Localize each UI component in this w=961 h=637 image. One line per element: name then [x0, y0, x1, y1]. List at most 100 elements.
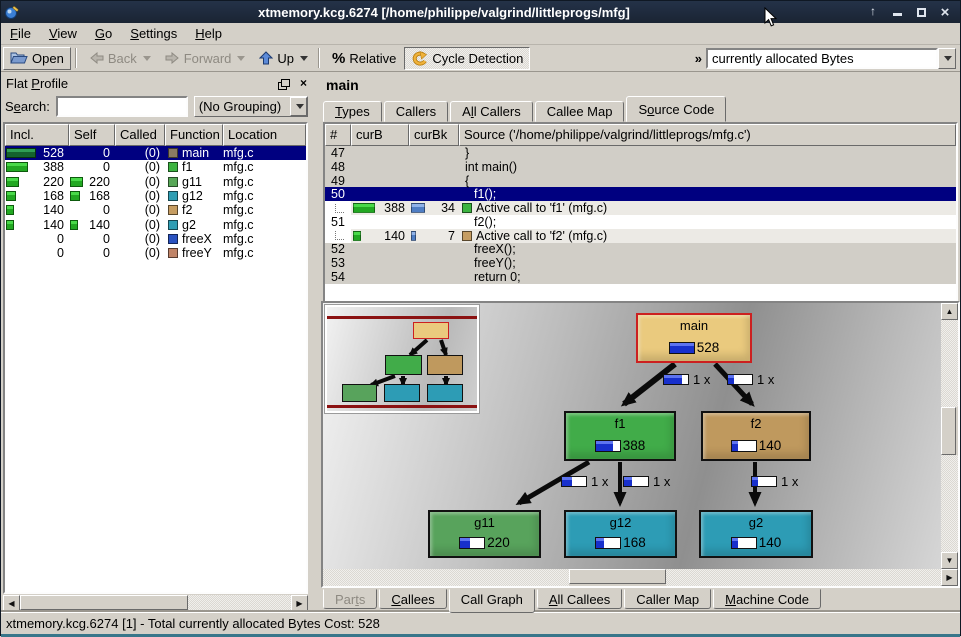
- tab-types[interactable]: Types: [323, 101, 382, 122]
- float-dock-icon[interactable]: [281, 79, 290, 87]
- relative-button[interactable]: % Relative: [326, 47, 402, 70]
- scroll-left-icon[interactable]: ◀: [3, 595, 20, 612]
- menu-help[interactable]: Help: [186, 24, 231, 43]
- table-row[interactable]: 168168(0)g12mfg.c: [5, 189, 306, 203]
- code-cell: freeX();: [459, 242, 956, 256]
- toolbar-overflow-chevron[interactable]: »: [691, 51, 706, 66]
- tab-callees[interactable]: Callees: [379, 589, 446, 609]
- source-row[interactable]: 53freeY();: [325, 256, 956, 270]
- col-called[interactable]: Called: [115, 124, 165, 146]
- call-graph-canvas[interactable]: main528f1388f2140g11220g12168g21401 x1 x…: [323, 303, 941, 569]
- scrollbar-track[interactable]: [323, 569, 569, 586]
- minimap-view-bound: [327, 316, 477, 319]
- source-row[interactable]: 1407Active call to 'f2' (mfg.c): [325, 229, 956, 243]
- scrollbar-thumb[interactable]: [941, 407, 956, 455]
- table-row[interactable]: 00(0)freeXmfg.c: [5, 232, 306, 246]
- menu-go[interactable]: Go: [86, 24, 121, 43]
- table-row[interactable]: 5280(0)mainmfg.c: [5, 146, 306, 160]
- tab-all-callees[interactable]: All Callees: [537, 589, 622, 609]
- forward-dropdown-arrow[interactable]: [237, 56, 245, 61]
- source-row[interactable]: 48int main(): [325, 160, 956, 174]
- scrollbar-track[interactable]: [941, 320, 958, 407]
- tab-call-graph[interactable]: Call Graph: [449, 589, 535, 613]
- graph-overview-minimap[interactable]: [325, 305, 479, 413]
- open-button[interactable]: Open: [3, 47, 71, 70]
- scroll-right-icon[interactable]: ▶: [291, 595, 308, 612]
- scrollbar-thumb[interactable]: [569, 569, 666, 584]
- scroll-right-icon[interactable]: ▶: [941, 569, 958, 586]
- minimap-node-g2: [427, 384, 463, 402]
- col-source[interactable]: Source ('/home/philippe/valgrind/littlep…: [459, 124, 956, 146]
- table-row[interactable]: 00(0)freeYmfg.c: [5, 246, 306, 260]
- table-row[interactable]: 3880(0)f1mfg.c: [5, 160, 306, 174]
- incl-cell: 168: [5, 189, 69, 203]
- col-incl[interactable]: Incl.: [5, 124, 69, 146]
- menu-file[interactable]: File: [1, 24, 40, 43]
- table-row[interactable]: 220220(0)g11mfg.c: [5, 175, 306, 189]
- close-button[interactable]: ×: [938, 4, 952, 21]
- col-curbk[interactable]: curBk: [409, 124, 459, 146]
- tab-machine-code[interactable]: Machine Code: [713, 589, 821, 609]
- self-cell: 0: [69, 146, 115, 160]
- called-cell: (0): [115, 175, 165, 189]
- graph-node-g2[interactable]: g2140: [699, 510, 813, 558]
- scrollbar-thumb[interactable]: [20, 595, 188, 610]
- tab-callee-map[interactable]: Callee Map: [535, 101, 625, 122]
- graph-node-main[interactable]: main528: [636, 313, 752, 363]
- source-row[interactable]: 49{: [325, 174, 956, 188]
- graph-node-g12[interactable]: g12168: [564, 510, 677, 558]
- table-row[interactable]: 1400(0)f2mfg.c: [5, 203, 306, 217]
- scroll-down-icon[interactable]: ▼: [941, 552, 958, 569]
- menu-settings[interactable]: Settings: [121, 24, 186, 43]
- panel-splitter[interactable]: [310, 72, 321, 612]
- graph-vscrollbar[interactable]: ▲ ▼: [941, 303, 958, 569]
- graph-node-f1[interactable]: f1388: [564, 411, 676, 461]
- app-icon: [4, 4, 22, 20]
- source-row[interactable]: 47}: [325, 146, 956, 160]
- source-row[interactable]: 51f2();: [325, 215, 956, 229]
- col-location[interactable]: Location: [223, 124, 306, 146]
- source-row[interactable]: 52freeX();: [325, 243, 956, 257]
- minimize-button[interactable]: [890, 4, 904, 21]
- tab-parts[interactable]: Parts: [323, 589, 377, 609]
- shade-button[interactable]: ↑: [866, 4, 880, 21]
- col-function[interactable]: Function: [165, 124, 223, 146]
- table-row[interactable]: 140140(0)g2mfg.c: [5, 217, 306, 231]
- search-input[interactable]: [56, 96, 188, 117]
- col-curb[interactable]: curB: [351, 124, 409, 146]
- scrollbar-track[interactable]: [941, 455, 958, 552]
- scroll-up-icon[interactable]: ▲: [941, 303, 958, 320]
- tab-callers[interactable]: Callers: [384, 101, 448, 122]
- source-row[interactable]: 54return 0;: [325, 270, 956, 284]
- maximize-button[interactable]: [914, 4, 928, 21]
- tab-source-code[interactable]: Source Code: [626, 96, 726, 122]
- close-dock-icon[interactable]: ×: [300, 77, 307, 89]
- col-self[interactable]: Self: [69, 124, 115, 146]
- back-button[interactable]: Back: [83, 47, 157, 70]
- function-tabs: TypesCallersAll CallersCallee MapSource …: [323, 96, 958, 122]
- up-dropdown-arrow[interactable]: [300, 56, 308, 61]
- cost-type-dropdown-button[interactable]: [938, 48, 956, 69]
- cycle-detection-button[interactable]: Cycle Detection: [404, 47, 530, 70]
- source-row[interactable]: 38834Active call to 'f1' (mfg.c): [325, 201, 956, 215]
- window-title: xtmemory.kcg.6274 [/home/philippe/valgri…: [22, 5, 866, 20]
- scrollbar-track[interactable]: [666, 569, 941, 586]
- grouping-dropdown-button[interactable]: [290, 97, 307, 116]
- node-cost-row: 220: [459, 535, 510, 550]
- graph-node-g11[interactable]: g11220: [428, 510, 541, 558]
- grouping-combobox[interactable]: (No Grouping): [194, 96, 308, 117]
- flat-profile-hscrollbar[interactable]: ◀ ▶: [3, 595, 308, 612]
- menu-view[interactable]: View: [40, 24, 86, 43]
- scrollbar-track[interactable]: [188, 595, 291, 612]
- up-button[interactable]: Up: [253, 47, 314, 70]
- tab-all-callers[interactable]: All Callers: [450, 101, 533, 122]
- tab-caller-map[interactable]: Caller Map: [624, 589, 711, 609]
- graph-hscrollbar[interactable]: ▶: [323, 569, 958, 586]
- source-row[interactable]: 50f1();: [325, 187, 956, 201]
- curbk-value: 34: [441, 201, 455, 215]
- graph-node-f2[interactable]: f2140: [701, 411, 811, 461]
- cost-type-combobox[interactable]: currently allocated Bytes: [706, 48, 956, 69]
- forward-button[interactable]: Forward: [159, 47, 252, 70]
- back-dropdown-arrow[interactable]: [143, 56, 151, 61]
- col-line[interactable]: #: [325, 124, 351, 146]
